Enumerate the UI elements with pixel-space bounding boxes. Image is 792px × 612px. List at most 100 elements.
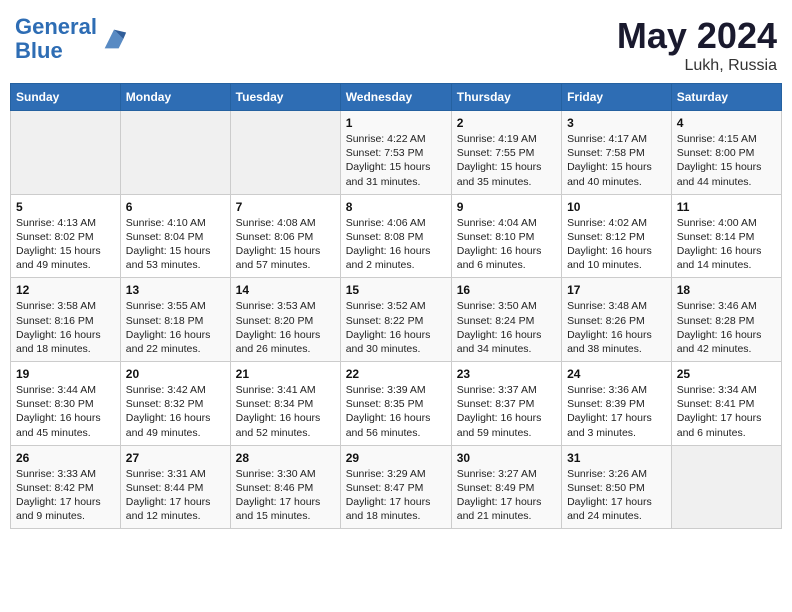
calendar-cell: 10 Sunrise: 4:02 AMSunset: 8:12 PMDayligh… <box>562 194 672 278</box>
day-number: 2 <box>457 116 556 130</box>
day-number: 18 <box>677 283 776 297</box>
calendar-table: SundayMondayTuesdayWednesdayThursdayFrid… <box>10 83 782 529</box>
calendar-header: SundayMondayTuesdayWednesdayThursdayFrid… <box>11 84 782 111</box>
day-info: Sunrise: 3:58 AMSunset: 8:16 PMDaylight:… <box>16 299 115 356</box>
calendar-cell: 2 Sunrise: 4:19 AMSunset: 7:55 PMDaylight… <box>451 111 561 195</box>
weekday-sunday: Sunday <box>11 84 121 111</box>
day-info: Sunrise: 3:36 AMSunset: 8:39 PMDaylight:… <box>567 383 666 440</box>
calendar-cell: 30 Sunrise: 3:27 AMSunset: 8:49 PMDayligh… <box>451 445 561 529</box>
day-info: Sunrise: 3:34 AMSunset: 8:41 PMDaylight:… <box>677 383 776 440</box>
calendar-week-5: 26 Sunrise: 3:33 AMSunset: 8:42 PMDayligh… <box>11 445 782 529</box>
calendar-cell: 28 Sunrise: 3:30 AMSunset: 8:46 PMDayligh… <box>230 445 340 529</box>
calendar-week-2: 5Sunrise: 4:13 AMSunset: 8:02 PMDaylight… <box>11 194 782 278</box>
day-info: Sunrise: 4:10 AMSunset: 8:04 PMDaylight:… <box>126 216 225 273</box>
weekday-wednesday: Wednesday <box>340 84 451 111</box>
logo: General Blue <box>15 15 128 63</box>
day-info: Sunrise: 4:13 AMSunset: 8:02 PMDaylight:… <box>16 216 115 273</box>
day-number: 23 <box>457 367 556 381</box>
calendar-cell: 6 Sunrise: 4:10 AMSunset: 8:04 PMDaylight… <box>120 194 230 278</box>
day-info: Sunrise: 4:06 AMSunset: 8:08 PMDaylight:… <box>346 216 446 273</box>
day-number: 9 <box>457 200 556 214</box>
calendar-cell: 15 Sunrise: 3:52 AMSunset: 8:22 PMDayligh… <box>340 278 451 362</box>
day-info: Sunrise: 3:39 AMSunset: 8:35 PMDaylight:… <box>346 383 446 440</box>
day-info: Sunrise: 3:29 AMSunset: 8:47 PMDaylight:… <box>346 467 446 524</box>
weekday-friday: Friday <box>562 84 672 111</box>
logo-icon <box>100 25 128 53</box>
day-number: 15 <box>346 283 446 297</box>
calendar-cell: 17 Sunrise: 3:48 AMSunset: 8:26 PMDayligh… <box>562 278 672 362</box>
calendar-cell: 26 Sunrise: 3:33 AMSunset: 8:42 PMDayligh… <box>11 445 121 529</box>
calendar-cell <box>11 111 121 195</box>
calendar-cell: 21Sunrise: 3:41 AMSunset: 8:34 PMDayligh… <box>230 362 340 446</box>
day-info: Sunrise: 3:37 AMSunset: 8:37 PMDaylight:… <box>457 383 556 440</box>
day-info: Sunrise: 3:27 AMSunset: 8:49 PMDaylight:… <box>457 467 556 524</box>
day-info: Sunrise: 3:48 AMSunset: 8:26 PMDaylight:… <box>567 299 666 356</box>
day-number: 1 <box>346 116 446 130</box>
day-info: Sunrise: 3:31 AMSunset: 8:44 PMDaylight:… <box>126 467 225 524</box>
day-info: Sunrise: 3:44 AMSunset: 8:30 PMDaylight:… <box>16 383 115 440</box>
day-number: 8 <box>346 200 446 214</box>
calendar-week-3: 12 Sunrise: 3:58 AMSunset: 8:16 PMDayligh… <box>11 278 782 362</box>
day-number: 6 <box>126 200 225 214</box>
calendar-cell <box>230 111 340 195</box>
weekday-monday: Monday <box>120 84 230 111</box>
calendar-cell: 13Sunrise: 3:55 AMSunset: 8:18 PMDayligh… <box>120 278 230 362</box>
location-title: Lukh, Russia <box>617 57 777 75</box>
day-info: Sunrise: 3:41 AMSunset: 8:34 PMDaylight:… <box>236 383 335 440</box>
calendar-cell: 20Sunrise: 3:42 AMSunset: 8:32 PMDayligh… <box>120 362 230 446</box>
weekday-saturday: Saturday <box>671 84 781 111</box>
calendar-cell: 11Sunrise: 4:00 AMSunset: 8:14 PMDayligh… <box>671 194 781 278</box>
day-number: 14 <box>236 283 335 297</box>
day-info: Sunrise: 3:52 AMSunset: 8:22 PMDaylight:… <box>346 299 446 356</box>
day-info: Sunrise: 4:15 AMSunset: 8:00 PMDaylight:… <box>677 132 776 189</box>
day-info: Sunrise: 4:22 AMSunset: 7:53 PMDaylight:… <box>346 132 446 189</box>
calendar-cell: 14 Sunrise: 3:53 AMSunset: 8:20 PMDayligh… <box>230 278 340 362</box>
calendar-cell: 22 Sunrise: 3:39 AMSunset: 8:35 PMDayligh… <box>340 362 451 446</box>
day-number: 10 <box>567 200 666 214</box>
calendar-cell: 3Sunrise: 4:17 AMSunset: 7:58 PMDaylight… <box>562 111 672 195</box>
calendar-cell: 5Sunrise: 4:13 AMSunset: 8:02 PMDaylight… <box>11 194 121 278</box>
day-info: Sunrise: 3:46 AMSunset: 8:28 PMDaylight:… <box>677 299 776 356</box>
calendar-cell: 19 Sunrise: 3:44 AMSunset: 8:30 PMDayligh… <box>11 362 121 446</box>
weekday-tuesday: Tuesday <box>230 84 340 111</box>
day-info: Sunrise: 3:33 AMSunset: 8:42 PMDaylight:… <box>16 467 115 524</box>
calendar-cell: 31Sunrise: 3:26 AMSunset: 8:50 PMDayligh… <box>562 445 672 529</box>
weekday-header-row: SundayMondayTuesdayWednesdayThursdayFrid… <box>11 84 782 111</box>
day-info: Sunrise: 4:17 AMSunset: 7:58 PMDaylight:… <box>567 132 666 189</box>
day-number: 27 <box>126 451 225 465</box>
logo-text: General Blue <box>15 15 97 63</box>
day-info: Sunrise: 3:53 AMSunset: 8:20 PMDaylight:… <box>236 299 335 356</box>
day-number: 17 <box>567 283 666 297</box>
day-info: Sunrise: 3:26 AMSunset: 8:50 PMDaylight:… <box>567 467 666 524</box>
day-info: Sunrise: 3:30 AMSunset: 8:46 PMDaylight:… <box>236 467 335 524</box>
day-number: 30 <box>457 451 556 465</box>
page-header: General Blue May 2024 Lukh, Russia <box>10 10 782 75</box>
day-number: 28 <box>236 451 335 465</box>
day-number: 19 <box>16 367 115 381</box>
day-info: Sunrise: 4:19 AMSunset: 7:55 PMDaylight:… <box>457 132 556 189</box>
day-info: Sunrise: 4:02 AMSunset: 8:12 PMDaylight:… <box>567 216 666 273</box>
weekday-thursday: Thursday <box>451 84 561 111</box>
calendar-cell <box>120 111 230 195</box>
calendar-cell: 29 Sunrise: 3:29 AMSunset: 8:47 PMDayligh… <box>340 445 451 529</box>
day-number: 4 <box>677 116 776 130</box>
day-info: Sunrise: 3:50 AMSunset: 8:24 PMDaylight:… <box>457 299 556 356</box>
calendar-cell: 27 Sunrise: 3:31 AMSunset: 8:44 PMDayligh… <box>120 445 230 529</box>
day-number: 26 <box>16 451 115 465</box>
calendar-cell: 12 Sunrise: 3:58 AMSunset: 8:16 PMDayligh… <box>11 278 121 362</box>
day-number: 7 <box>236 200 335 214</box>
calendar-cell: 16Sunrise: 3:50 AMSunset: 8:24 PMDayligh… <box>451 278 561 362</box>
day-number: 24 <box>567 367 666 381</box>
day-number: 11 <box>677 200 776 214</box>
calendar-cell: 23 Sunrise: 3:37 AMSunset: 8:37 PMDayligh… <box>451 362 561 446</box>
calendar-cell: 1 Sunrise: 4:22 AMSunset: 7:53 PMDaylight… <box>340 111 451 195</box>
title-block: May 2024 Lukh, Russia <box>617 15 777 75</box>
day-number: 12 <box>16 283 115 297</box>
day-info: Sunrise: 3:55 AMSunset: 8:18 PMDaylight:… <box>126 299 225 356</box>
day-number: 29 <box>346 451 446 465</box>
calendar-week-1: 1 Sunrise: 4:22 AMSunset: 7:53 PMDaylight… <box>11 111 782 195</box>
day-number: 22 <box>346 367 446 381</box>
calendar-week-4: 19 Sunrise: 3:44 AMSunset: 8:30 PMDayligh… <box>11 362 782 446</box>
day-info: Sunrise: 4:04 AMSunset: 8:10 PMDaylight:… <box>457 216 556 273</box>
calendar-cell: 18 Sunrise: 3:46 AMSunset: 8:28 PMDayligh… <box>671 278 781 362</box>
